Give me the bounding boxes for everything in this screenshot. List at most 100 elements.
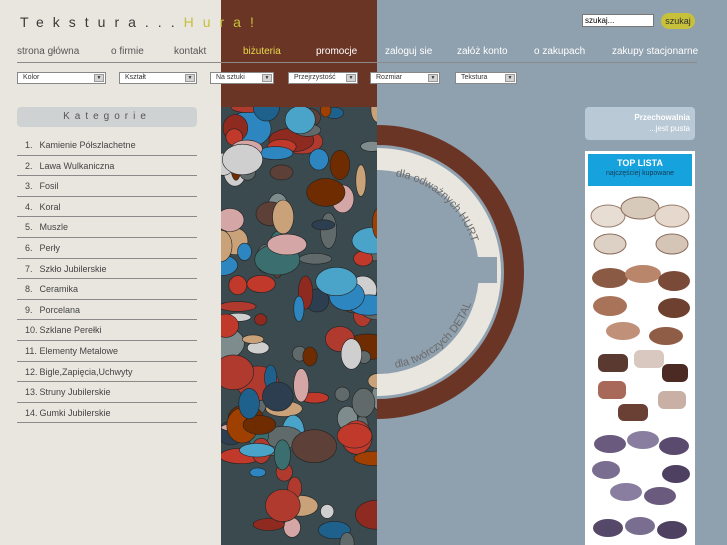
category-number: 9.	[25, 304, 33, 315]
bead-shape	[315, 267, 358, 297]
bead-shape	[308, 148, 329, 171]
nav-home[interactable]: strona główna	[17, 46, 79, 57]
site-logo[interactable]: Teksturа...Hura!	[20, 14, 263, 30]
category-item[interactable]: 14. Gumki Jubilerskie	[17, 403, 197, 424]
category-label: Fosil	[39, 181, 59, 192]
category-item[interactable]: 8. Ceramika	[17, 279, 197, 300]
category-number: 4.	[25, 201, 33, 212]
filter-color[interactable]: Kolor ▼	[17, 72, 106, 84]
category-number: 5.	[25, 222, 33, 233]
dropdown-arrow-icon: ▼	[428, 74, 438, 82]
filter-shape-label: Kształt	[125, 74, 147, 81]
nav-jewelry[interactable]: biżuteria	[243, 46, 281, 57]
bead-shape	[221, 301, 257, 312]
bead-shape	[238, 388, 260, 420]
storage-status: ...jest pusta	[649, 124, 690, 133]
category-label: Ceramika	[39, 284, 79, 295]
top-list-subtitle: najczęściej kupowane	[605, 170, 675, 177]
category-item[interactable]: 10. Szklane Perełki	[17, 320, 197, 341]
category-number: 10.	[25, 325, 38, 336]
nav-about[interactable]: o firmie	[111, 46, 144, 57]
category-label: Szkło Jubilerskie	[39, 263, 107, 274]
bead-shape	[257, 146, 294, 160]
bead-shape	[284, 107, 316, 135]
filter-color-label: Kolor	[23, 74, 40, 81]
filter-texture-label: Tekstura	[461, 74, 488, 81]
category-item[interactable]: 6. Perły	[17, 238, 197, 259]
category-label: Muszle	[39, 222, 69, 233]
storage-title: Przechowalnia	[634, 113, 690, 122]
bead-shape	[320, 504, 335, 519]
product-necklace-5	[593, 517, 687, 539]
nav-register[interactable]: załóż konto	[457, 46, 508, 57]
bead-shape	[237, 242, 252, 261]
nav-contact[interactable]: kontakt	[174, 46, 206, 57]
category-number: 13.	[25, 387, 38, 398]
bead-shape	[291, 429, 337, 464]
category-item[interactable]: 3. Fosil	[17, 176, 197, 197]
category-label: Koral	[39, 201, 61, 212]
bead-shape	[241, 334, 264, 344]
category-label: Elementy Metalowe	[39, 345, 119, 356]
filter-transparency-label: Przejrzystość	[294, 74, 336, 81]
top-list-products[interactable]	[588, 186, 692, 545]
bead-shape	[254, 313, 268, 326]
category-item[interactable]: 13. Struny Jubilerskie	[17, 382, 197, 403]
bead-shape	[311, 219, 336, 231]
category-label: Szklane Perełki	[39, 325, 102, 336]
logo-text-part2: Hura!	[183, 14, 263, 30]
category-item[interactable]: 11. Elementy Metalowe	[17, 341, 197, 362]
category-label: Struny Jubilerskie	[39, 387, 111, 398]
bead-shape	[228, 275, 248, 295]
filter-size[interactable]: Rozmiar ▼	[370, 72, 440, 84]
bead-shape	[340, 338, 362, 370]
bead-shape	[274, 439, 291, 471]
nav-promotions[interactable]: promocje	[316, 46, 357, 57]
category-label: Bigle,Zapięcia,Uchwyty	[39, 366, 133, 377]
category-label: Kamienie Półszlachetne	[39, 140, 136, 150]
filter-size-label: Rozmiar	[376, 74, 403, 81]
storage-box[interactable]: Przechowalnia ...jest pusta	[585, 107, 695, 140]
category-number: 8.	[25, 284, 33, 295]
search-button[interactable]: szukaj	[661, 13, 695, 29]
bead-shape	[249, 467, 267, 478]
product-necklace-4	[592, 431, 690, 505]
category-number: 7.	[25, 263, 33, 274]
search-input[interactable]	[582, 14, 654, 27]
category-label: Porcelana	[39, 304, 81, 315]
category-item[interactable]: 7. Szkło Jubilerskie	[17, 259, 197, 280]
filter-per-piece[interactable]: Na sztuki ▼	[210, 72, 274, 84]
dropdown-arrow-icon: ▼	[505, 74, 515, 82]
bead-shape	[329, 149, 351, 180]
category-list: 1. Kamienie Półszlachetne 2. Lawa Wulkan…	[17, 135, 197, 424]
category-number: 12.	[25, 366, 38, 377]
top-list-header: TOP LISTA najczęściej kupowane	[588, 154, 692, 186]
filter-texture[interactable]: Tekstura ▼	[455, 72, 517, 84]
bead-shape	[293, 368, 310, 403]
category-label: Gumki Jubilerskie	[39, 407, 111, 418]
bead-shape	[302, 346, 318, 367]
filter-per-piece-label: Na sztuki	[216, 74, 245, 81]
top-list-title: TOP LISTA	[616, 158, 663, 168]
category-item[interactable]: 4. Koral	[17, 197, 197, 218]
nav-login[interactable]: zaloguj sie	[385, 46, 432, 57]
category-item[interactable]: 2. Lawa Wulkaniczna	[17, 156, 197, 177]
bead-shape	[351, 388, 376, 418]
filter-transparency[interactable]: Przejrzystość ▼	[288, 72, 358, 84]
category-item[interactable]: 12. Bigle,Zapięcia,Uchwyty	[17, 362, 197, 383]
category-item[interactable]: 5. Muszle	[17, 217, 197, 238]
dropdown-arrow-icon: ▼	[185, 74, 195, 82]
bead-shape	[334, 386, 351, 402]
filter-shape[interactable]: Kształt ▼	[119, 72, 197, 84]
category-number: 3.	[25, 181, 33, 192]
nav-store-shopping[interactable]: zakupy stacjonarne	[612, 46, 698, 57]
hurt-detal-ring[interactable]: dla odważnych HURT dla twórczych DETAL	[377, 107, 537, 437]
category-item[interactable]: 1. Kamienie Półszlachetne	[17, 135, 197, 156]
nav-shopping-info[interactable]: o zakupach	[534, 46, 585, 57]
bead-shape	[336, 423, 373, 449]
bead-shape	[239, 443, 275, 458]
category-number: 6.	[25, 242, 33, 253]
bead-shape	[269, 164, 294, 181]
category-item[interactable]: 9. Porcelana	[17, 300, 197, 321]
bead-shape	[298, 253, 333, 265]
